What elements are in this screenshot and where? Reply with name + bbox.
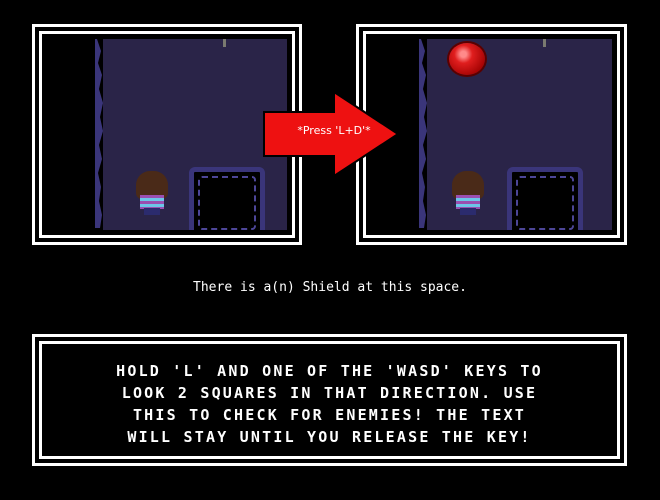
after-scene <box>371 39 612 230</box>
floor-pit <box>189 167 265 230</box>
cave-wall-edge <box>95 39 103 228</box>
ceiling-peg <box>223 39 226 47</box>
instruction-dialog: HOLD 'L' AND ONE OF THE 'WASD' KEYS TO L… <box>32 334 627 466</box>
instruction-text: HOLD 'L' AND ONE OF THE 'WASD' KEYS TO L… <box>116 362 543 446</box>
floor-pit <box>507 167 583 230</box>
press-keys-label: *Press 'L+D'* <box>297 124 371 137</box>
status-message: There is a(n) Shield at this space. <box>193 280 467 295</box>
player-character-icon <box>451 171 485 217</box>
ceiling-peg <box>543 39 546 47</box>
cave-wall-edge <box>419 39 427 228</box>
before-scene <box>47 39 287 230</box>
red-orb-icon <box>449 43 485 75</box>
player-character-icon <box>135 171 169 217</box>
